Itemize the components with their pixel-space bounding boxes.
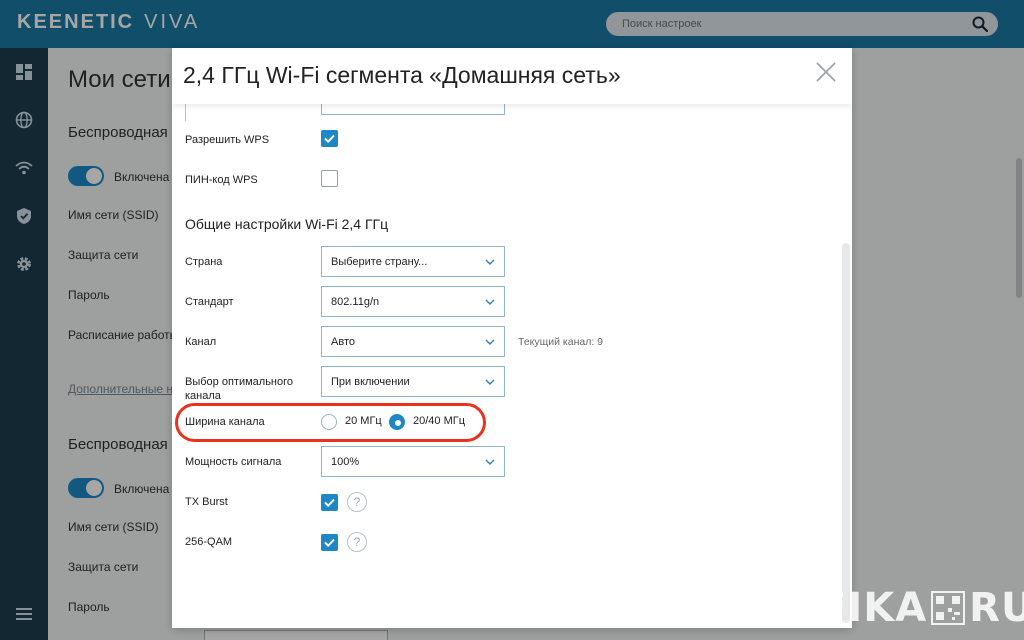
qr-code-icon	[931, 591, 966, 625]
channel-label: Канал	[185, 336, 217, 348]
dialog-title: 2,4 ГГц Wi-Fi сегмента «Домашняя сеть»	[183, 62, 621, 88]
partial-input-field[interactable]	[321, 104, 505, 115]
close-icon[interactable]	[814, 60, 838, 84]
highlight-annotation	[175, 403, 486, 442]
checkmark-icon	[324, 498, 335, 508]
chevron-down-icon	[485, 259, 495, 265]
country-label: Страна	[185, 256, 223, 268]
tx-burst-checkbox[interactable]	[321, 494, 338, 511]
chevron-down-icon	[485, 459, 495, 465]
country-select[interactable]: Выберите страну...	[321, 246, 505, 277]
field-edge	[185, 104, 186, 121]
standard-label: Стандарт	[185, 296, 234, 308]
optimal-channel-label: Выбор оптимального канала	[185, 376, 294, 402]
wifi-settings-dialog: Разрешить WPS ПИН-код WPS Общие настройк…	[172, 48, 852, 628]
general-settings-title: Общие настройки Wi-Fi 2,4 ГГц	[185, 216, 389, 232]
wps-pin-checkbox[interactable]	[321, 170, 338, 187]
checkmark-icon	[324, 134, 335, 144]
chevron-down-icon	[485, 339, 495, 345]
chevron-down-icon	[485, 299, 495, 305]
wps-label: Разрешить WPS	[185, 134, 270, 146]
dialog-header: 2,4 ГГц Wi-Fi сегмента «Домашняя сеть»	[172, 48, 852, 104]
signal-power-select[interactable]: 100%	[321, 446, 505, 477]
qam-label: 256-QAM	[185, 536, 233, 548]
qam-checkbox[interactable]	[321, 534, 338, 551]
wps-pin-label: ПИН-код WPS	[185, 174, 258, 186]
dialog-scrollbar[interactable]	[842, 243, 850, 623]
channel-select[interactable]: Авто	[321, 326, 505, 357]
current-channel-text: Текущий канал: 9	[518, 336, 604, 348]
tx-burst-label: TX Burst	[185, 496, 228, 508]
watermark-logo: WIFIKA RU	[758, 585, 1024, 631]
dialog-body: Разрешить WPS ПИН-код WPS Общие настройк…	[172, 48, 852, 628]
help-icon[interactable]: ?	[347, 492, 367, 512]
wps-checkbox[interactable]	[321, 130, 338, 147]
optimal-channel-select[interactable]: При включении	[321, 366, 505, 397]
standard-select[interactable]: 802.11g/n	[321, 286, 505, 317]
checkmark-icon	[324, 538, 335, 548]
signal-power-label: Мощность сигнала	[185, 456, 282, 468]
help-icon[interactable]: ?	[347, 532, 367, 552]
chevron-down-icon	[485, 379, 495, 385]
